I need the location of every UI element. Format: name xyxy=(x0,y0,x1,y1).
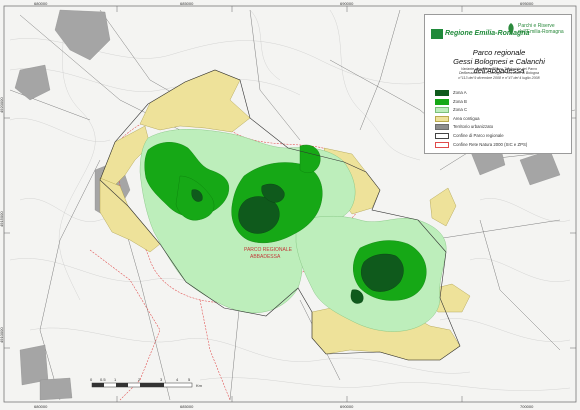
legend-list: Zona A Zona B Zona C Area contigua Terri… xyxy=(435,89,569,149)
parchi-logo-line: dell'Emilia-Romagna xyxy=(518,29,564,35)
legend-item-zona-b: Zona B xyxy=(435,98,569,107)
coord-top: 695000 xyxy=(520,1,534,6)
regione-logo: Regione Emilia-Romagna xyxy=(431,29,529,39)
legend-swatch xyxy=(435,132,449,139)
coord-side: 4910000 xyxy=(0,327,4,343)
legend-label: Zona A xyxy=(453,90,467,95)
legend-panel: Regione Emilia-Romagna Parchi e Riserve … xyxy=(424,14,572,154)
coord-bottom: 700000 xyxy=(520,404,534,409)
legend-item-area-contigua: Area contigua xyxy=(435,115,569,124)
legend-title-line1: Parco regionale xyxy=(472,48,526,57)
coord-side: 4920000 xyxy=(0,97,4,113)
legend-label: Territorio urbanizzato xyxy=(453,124,494,130)
legend-item-urbanizzato: Territorio urbanizzato xyxy=(435,123,569,132)
coord-top: 690000 xyxy=(340,1,354,6)
scale-unit: Km xyxy=(196,383,203,388)
legend-label: Zona B xyxy=(453,98,467,104)
coord-bottom: 680000 xyxy=(34,404,48,409)
coord-bottom: 690000 xyxy=(340,404,354,409)
legend-item-confine-parco: Confine di Parco regionale xyxy=(435,132,569,141)
legend-subtitle: Variante generale al Piano Territoriale … xyxy=(429,67,569,80)
legend-item-natura2000: Confine Rete Natura 2000 (SIC e ZPS) xyxy=(435,141,569,150)
legend-label: Confine Rete Natura 2000 (SIC e ZPS) xyxy=(453,141,528,147)
legend-swatch xyxy=(435,98,449,105)
legend-swatch xyxy=(435,107,449,114)
map-label-abbadessa: ABBADESSA xyxy=(250,254,281,260)
coord-bottom: 685000 xyxy=(180,404,194,409)
regione-logo-mark xyxy=(431,29,443,39)
legend-label: Zona C xyxy=(453,107,468,113)
legend-swatch xyxy=(435,115,449,122)
legend-swatch xyxy=(435,90,449,96)
coord-top: 680000 xyxy=(34,1,48,6)
legend-label: Confine di Parco regionale xyxy=(453,132,504,138)
legend-swatch xyxy=(435,141,449,148)
coord-top: 685000 xyxy=(180,1,194,6)
legend-item-zona-c: Zona C xyxy=(435,106,569,115)
scale-label: 0.5 xyxy=(100,377,106,382)
legend-item-zona-a: Zona A xyxy=(435,89,569,98)
leaf-icon xyxy=(508,23,514,35)
parchi-logo-text: Parchi e Riserve dell'Emilia-Romagna xyxy=(518,23,564,35)
legend-subtitle-line: n°113 del 9 dicembre 2008 e n°47 del 4 l… xyxy=(458,75,540,80)
parchi-logo: Parchi e Riserve dell'Emilia-Romagna xyxy=(507,21,569,39)
legend-label: Area contigua xyxy=(453,115,480,121)
legend-swatch xyxy=(435,124,449,131)
map-label-parco: PARCO REGIONALE xyxy=(244,247,293,253)
coord-side: 4915000 xyxy=(0,211,4,227)
